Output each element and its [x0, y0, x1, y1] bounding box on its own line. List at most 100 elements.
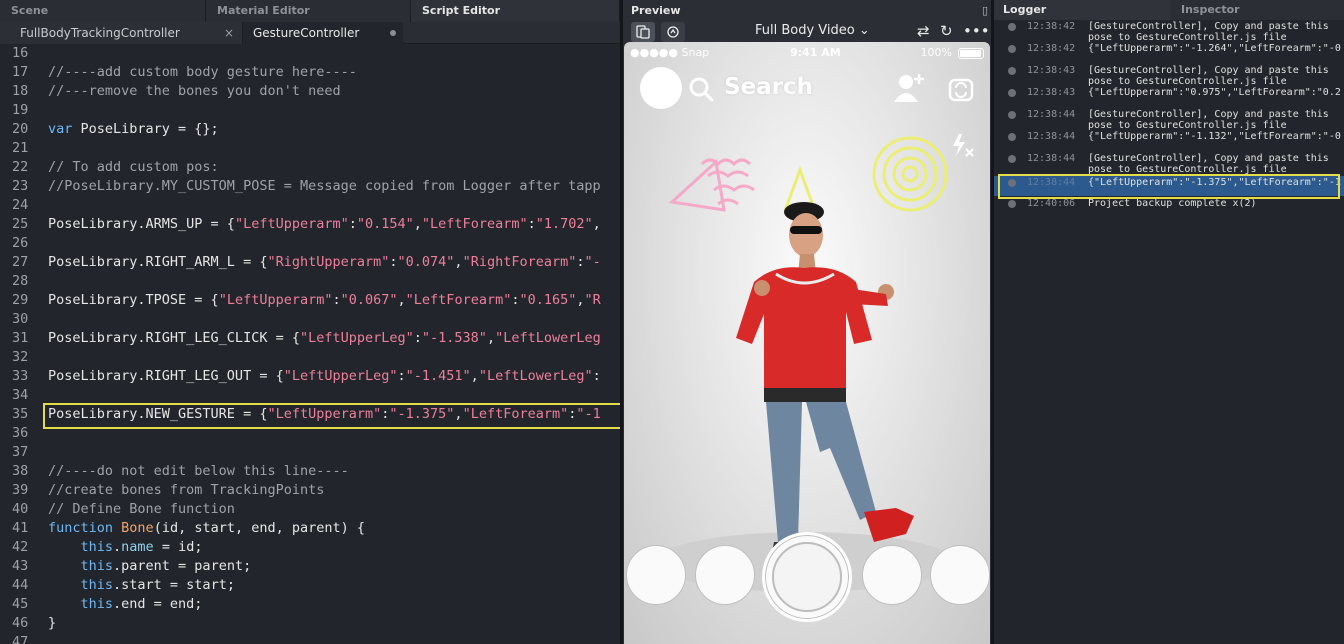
code-token: "LeftForearm" [405, 292, 512, 308]
code-line[interactable]: 28 [0, 272, 620, 291]
log-entry[interactable]: 12:38:42 {"LeftUpperarm":"-1.264","LeftFo… [994, 42, 1344, 62]
lens-carousel-item[interactable] [930, 545, 990, 605]
code-line[interactable]: 41 function Bone(id, start, end, parent) … [0, 519, 620, 538]
flash-off-icon[interactable] [949, 132, 975, 158]
code-text: // Define Bone function [48, 500, 235, 519]
code-line[interactable]: 44 this.start = start; [0, 576, 620, 595]
code-line[interactable]: 30 [0, 310, 620, 329]
code-area[interactable]: 16 17 //----add custom body gesture here--… [0, 44, 620, 644]
line-number: 28 [12, 273, 29, 289]
code-token: var [48, 121, 73, 137]
file-tab-gesturecontroller[interactable]: GestureController [243, 22, 403, 44]
lens-carousel-item[interactable] [695, 545, 755, 605]
code-line[interactable]: 46} [0, 614, 620, 633]
code-token: this [80, 558, 114, 574]
code-text: PoseLibrary.TPOSE = {"LeftUpperarm":"0.0… [48, 291, 601, 310]
log-level-icon [1008, 200, 1016, 208]
file-tab-bar: FullBodyTrackingController × GestureCont… [0, 22, 620, 44]
log-entry[interactable]: 12:38:44 {"LeftUpperarm":"-1.375","LeftFo… [994, 176, 1344, 196]
code-line[interactable]: 33 PoseLibrary.RIGHT_LEG_OUT = {"LeftUppe… [0, 367, 620, 386]
more-icon[interactable]: ••• [963, 22, 990, 40]
code-line[interactable]: 37 [0, 443, 620, 462]
code-token: //PoseLibrary.MY_CUSTOM_POSE = Message c… [48, 178, 601, 194]
code-line[interactable]: 26 [0, 234, 620, 253]
flip-icon[interactable]: ⇄ [917, 22, 930, 40]
tab-scene[interactable]: Scene [0, 0, 206, 22]
code-line[interactable]: 22 // To add custom pos: [0, 158, 620, 177]
search-icon[interactable] [688, 76, 714, 102]
tab-inspector[interactable]: Inspector [1170, 0, 1344, 20]
code-line[interactable]: 16 [0, 44, 620, 63]
code-line[interactable]: 39 //create bones from TrackingPoints [0, 481, 620, 500]
tab-material-editor[interactable]: Material Editor [206, 0, 411, 22]
interaction-mode-button[interactable] [661, 22, 685, 42]
active-lens-thumbnail [772, 542, 842, 612]
lens-carousel-item[interactable] [862, 545, 922, 605]
profile-avatar-button[interactable] [640, 67, 682, 109]
line-number: 29 [12, 292, 29, 308]
phone-preview[interactable]: ●●●●● Snap 9:41 AM 100% Search [624, 42, 990, 644]
code-line[interactable]: 19 [0, 101, 620, 120]
code-token: "RightForearm" [462, 254, 577, 270]
code-line[interactable]: 18 //---remove the bones you don't need [0, 82, 620, 101]
code-line[interactable]: 21 [0, 139, 620, 158]
code-token: PoseLibrary.ARMS_UP = { [48, 216, 235, 232]
code-line[interactable]: 47 [0, 633, 620, 644]
search-label[interactable]: Search [724, 74, 813, 100]
code-text: this.name = id; [48, 538, 203, 557]
log-entry[interactable]: 12:38:43 [GestureController], Copy and pa… [994, 64, 1344, 87]
log-entry[interactable]: 12:38:44 [GestureController], Copy and pa… [994, 152, 1344, 175]
code-line[interactable]: 45 this.end = end; [0, 595, 620, 614]
code-line[interactable]: 24 [0, 196, 620, 215]
log-entry[interactable]: 12:38:44 {"LeftUpperarm":"-1.132","LeftFo… [994, 130, 1344, 150]
capture-button[interactable] [762, 532, 852, 622]
lens-carousel-item[interactable] [626, 545, 686, 605]
flip-camera-icon[interactable] [947, 74, 975, 104]
code-line[interactable]: 32 [0, 348, 620, 367]
code-line[interactable]: 35 PoseLibrary.NEW_GESTURE = {"LeftUppera… [0, 405, 620, 424]
code-line[interactable]: 25 PoseLibrary.ARMS_UP = {"LeftUpperarm":… [0, 215, 620, 234]
code-line[interactable]: 40 // Define Bone function [0, 500, 620, 519]
code-token: "LeftUpperarm" [218, 292, 333, 308]
code-line[interactable]: 34 [0, 386, 620, 405]
code-text: //----do not edit below this line---- [48, 462, 349, 481]
dock-icon[interactable]: ▯ [982, 4, 988, 17]
file-tab-label: GestureController [253, 26, 360, 40]
line-number: 43 [12, 558, 29, 574]
code-line[interactable]: 31 PoseLibrary.RIGHT_LEG_CLICK = {"LeftUp… [0, 329, 620, 348]
code-line[interactable]: 36 [0, 424, 620, 443]
reset-icon[interactable]: ↻ [940, 22, 953, 40]
line-number: 35 [12, 406, 29, 422]
video-source-select[interactable]: Full Body Video ⌄ [755, 23, 870, 38]
line-number: 38 [12, 463, 29, 479]
device-mode-button[interactable] [631, 22, 655, 42]
line-number: 24 [12, 197, 29, 213]
code-line[interactable]: 43 this.parent = parent; [0, 557, 620, 576]
code-text: //----add custom body gesture here---- [48, 63, 357, 82]
code-line[interactable]: 38 //----do not edit below this line---- [0, 462, 620, 481]
tab-script-editor[interactable]: Script Editor [411, 0, 620, 22]
line-number: 39 [12, 482, 29, 498]
code-line[interactable]: 29 PoseLibrary.TPOSE = {"LeftUpperarm":"0… [0, 291, 620, 310]
code-token: PoseLibrary.RIGHT_LEG_CLICK = { [48, 330, 300, 346]
close-icon[interactable]: × [224, 22, 234, 44]
file-tab-label: FullBodyTrackingController [20, 26, 180, 40]
log-entry[interactable]: 12:38:42 [GestureController], Copy and pa… [994, 20, 1344, 43]
log-entry[interactable]: 12:38:43 {"LeftUpperarm":"0.975","LeftFor… [994, 86, 1344, 106]
code-line[interactable]: 20 var PoseLibrary = {}; [0, 120, 620, 139]
code-token: , [576, 292, 585, 308]
code-token: "-1.451" [405, 368, 471, 384]
add-friend-icon[interactable] [892, 72, 926, 104]
log-entry[interactable]: 12:40:06 Project backup complete x(2) [994, 197, 1344, 217]
file-tab-fullbodytrackingcontroller[interactable]: FullBodyTrackingController × [0, 22, 243, 44]
code-line[interactable]: 23 //PoseLibrary.MY_CUSTOM_POSE = Message… [0, 177, 620, 196]
code-line[interactable]: 27 PoseLibrary.RIGHT_ARM_L = {"RightUpper… [0, 253, 620, 272]
code-token: "LeftLowerLeg" [478, 368, 593, 384]
code-line[interactable]: 17 //----add custom body gesture here---- [0, 63, 620, 82]
code-line[interactable]: 42 this.name = id; [0, 538, 620, 557]
code-token: } [48, 615, 57, 631]
log-entry[interactable]: 12:38:44 [GestureController], Copy and pa… [994, 108, 1344, 131]
tab-logger[interactable]: Logger [994, 0, 1170, 20]
